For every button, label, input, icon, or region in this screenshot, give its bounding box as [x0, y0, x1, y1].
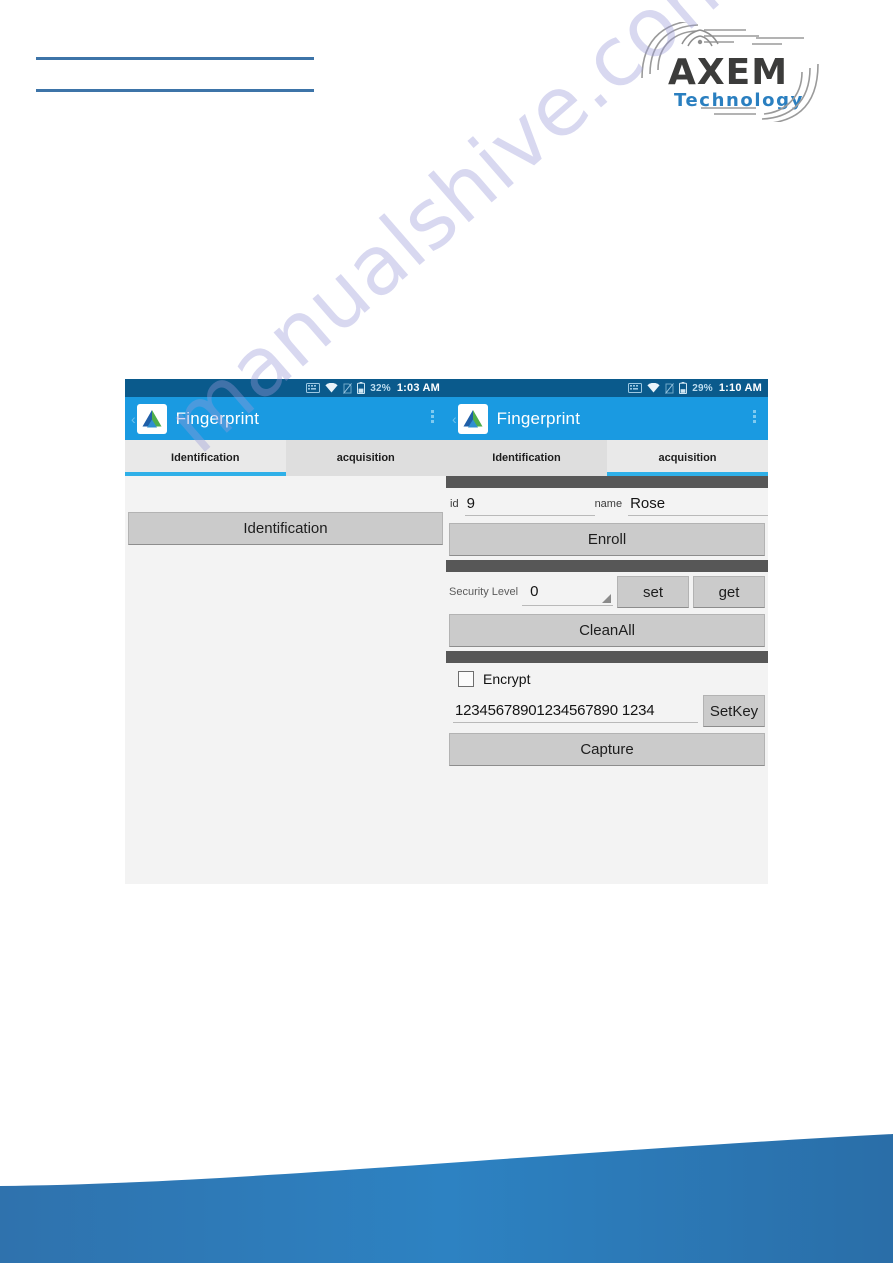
- status-icons-left: [306, 382, 366, 394]
- action-bar-left: ‹ Fingerprint: [125, 397, 446, 440]
- tab-strip-left: Identification acquisition: [125, 440, 446, 476]
- header-rule-bottom: [36, 89, 314, 92]
- security-level-spinner[interactable]: 0: [522, 578, 613, 606]
- back-arrow-icon[interactable]: ‹: [452, 412, 457, 426]
- phone-screenshot-left: 32% 1:03 AM ‹ Fingerprint Identification…: [125, 379, 446, 884]
- axem-technology-logo: AXEM Technology: [630, 22, 830, 122]
- tab-acquisition-left[interactable]: acquisition: [285, 440, 446, 476]
- battery-icon: [679, 382, 688, 394]
- section-separator-1: [446, 476, 768, 488]
- identification-button[interactable]: Identification: [128, 512, 443, 545]
- encrypt-label: Encrypt: [483, 671, 531, 687]
- tab-label: acquisition: [658, 452, 717, 464]
- battery-icon: [357, 382, 366, 394]
- tab-label: acquisition: [336, 452, 395, 464]
- name-input[interactable]: [628, 492, 768, 516]
- id-name-row: id name: [446, 488, 768, 520]
- capture-button[interactable]: Capture: [449, 733, 765, 766]
- tab-acquisition-right[interactable]: acquisition: [607, 440, 768, 476]
- battery-percent-left: 32%: [370, 382, 391, 394]
- section-separator-2: [446, 560, 768, 572]
- encrypt-checkbox[interactable]: [458, 671, 474, 687]
- footer-wave: [0, 1134, 893, 1263]
- status-icons-right: [628, 382, 688, 394]
- header-rule-top: [36, 57, 314, 60]
- tab-strip-right: Identification acquisition: [446, 440, 768, 476]
- wifi-icon: [647, 383, 660, 393]
- tab-label: Identification: [492, 452, 561, 464]
- security-level-label: Security Level: [449, 586, 519, 598]
- app-logo-svg: [142, 409, 162, 427]
- clock-right: 1:10 AM: [718, 382, 762, 394]
- fingerprint-app-icon: [457, 403, 488, 434]
- get-button[interactable]: get: [693, 576, 765, 608]
- wave-shape: [0, 1134, 893, 1263]
- screenshot-figure: 32% 1:03 AM ‹ Fingerprint Identification…: [125, 379, 768, 884]
- shot-body-right: id name Enroll Security Level 0 set get …: [446, 476, 768, 884]
- keyboard-icon: [628, 383, 643, 393]
- section-separator-3: [446, 651, 768, 663]
- id-input[interactable]: [464, 492, 595, 516]
- status-bar-left: 32% 1:03 AM: [125, 379, 446, 397]
- battery-percent-right: 29%: [692, 382, 713, 394]
- sim-off-icon: [343, 382, 353, 394]
- id-label: id: [450, 498, 459, 510]
- phone-screenshot-right: 29% 1:10 AM ‹ Fingerprint Identification…: [446, 379, 768, 884]
- key-row: SetKey: [446, 691, 768, 727]
- cleanall-button[interactable]: CleanAll: [449, 614, 765, 647]
- action-bar-right: ‹ Fingerprint: [446, 397, 768, 440]
- back-arrow-icon[interactable]: ‹: [131, 412, 136, 426]
- setkey-button[interactable]: SetKey: [703, 695, 765, 727]
- encrypt-row: Encrypt: [446, 663, 768, 691]
- name-label: name: [594, 498, 623, 510]
- security-level-row: Security Level 0 set get: [446, 572, 768, 611]
- overflow-menu-icon-left[interactable]: [431, 410, 434, 423]
- sim-off-icon: [665, 382, 675, 394]
- fingerprint-app-icon: [136, 403, 167, 434]
- header-rules: [36, 50, 314, 100]
- tab-identification-left[interactable]: Identification: [125, 440, 286, 476]
- app-logo-svg: [463, 409, 483, 427]
- keyboard-icon: [306, 383, 321, 393]
- wifi-icon: [325, 383, 338, 393]
- logo-svg: AXEM Technology: [641, 22, 819, 122]
- key-input[interactable]: [453, 699, 698, 723]
- svg-text:AXEM: AXEM: [668, 52, 788, 93]
- overflow-menu-icon-right[interactable]: [753, 410, 756, 423]
- app-title-left: Fingerprint: [175, 408, 260, 428]
- set-button[interactable]: set: [617, 576, 689, 608]
- shot-body-left: Identification: [125, 476, 446, 884]
- app-title-right: Fingerprint: [496, 408, 581, 428]
- enroll-button[interactable]: Enroll: [449, 523, 765, 556]
- status-bar-right: 29% 1:10 AM: [446, 379, 768, 397]
- clock-left: 1:03 AM: [396, 382, 440, 394]
- chevron-down-icon: [602, 594, 611, 603]
- tab-label: Identification: [171, 452, 240, 464]
- tab-identification-right[interactable]: Identification: [446, 440, 607, 476]
- security-level-value: 0: [530, 583, 539, 600]
